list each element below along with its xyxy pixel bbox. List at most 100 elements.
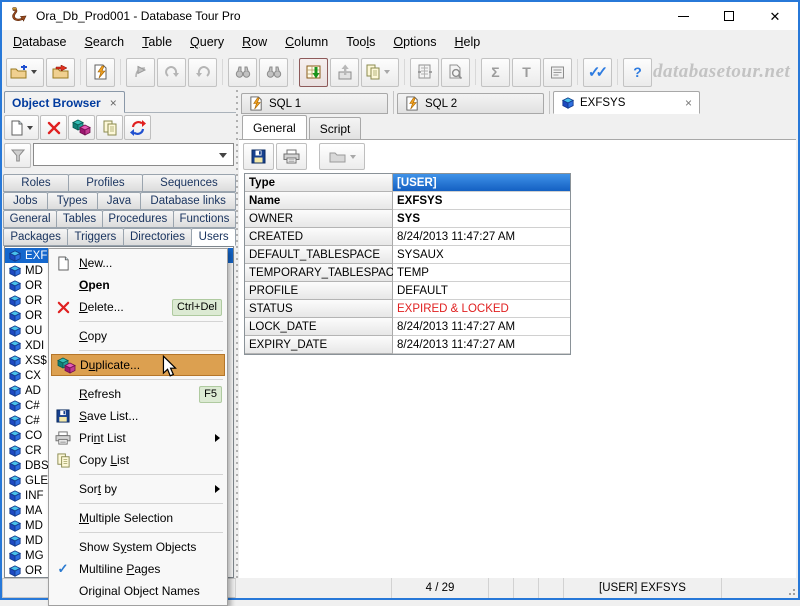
property-row[interactable]: EXPIRY_DATE8/24/2013 11:47:27 AM: [245, 336, 570, 354]
verify-data-button[interactable]: ✓✓: [583, 58, 612, 87]
context-menu-item-open[interactable]: Open: [49, 274, 227, 296]
category-tab-profiles[interactable]: Profiles: [68, 174, 143, 192]
general-pane: Type[USER] NameEXFSYS OWNERSYS CREATED8/…: [239, 139, 796, 578]
property-row[interactable]: NameEXFSYS: [245, 192, 570, 210]
replace-button[interactable]: [259, 58, 288, 87]
save-button[interactable]: [243, 143, 274, 170]
context-menu-item-copy-list[interactable]: Copy List: [49, 449, 227, 471]
category-tab-general[interactable]: General: [3, 210, 57, 228]
property-row[interactable]: STATUSEXPIRED & LOCKED: [245, 300, 570, 318]
tabstrip-separator: [393, 91, 394, 114]
menu-item-tools[interactable]: Tools: [337, 32, 384, 52]
resize-grip[interactable]: [786, 586, 796, 596]
new-object-icon: [10, 120, 24, 136]
object-filter-combobox[interactable]: [33, 143, 234, 166]
property-row[interactable]: Type[USER]: [245, 174, 570, 192]
sql-editor-button[interactable]: [86, 58, 115, 87]
import-data-icon: [306, 64, 322, 80]
tab-script[interactable]: Script: [309, 117, 362, 139]
context-menu-item-new[interactable]: New...: [49, 252, 227, 274]
category-tab-procedures[interactable]: Procedures: [102, 210, 174, 228]
property-row[interactable]: DEFAULT_TABLESPACESYSAUX: [245, 246, 570, 264]
property-label: CREATED: [245, 228, 393, 246]
context-menu-item-multiline-pages[interactable]: ✓ Multiline Pages: [49, 558, 227, 580]
panel-splitter[interactable]: [236, 90, 238, 578]
menu-item-column[interactable]: Column: [276, 32, 337, 52]
close-button[interactable]: ✕: [752, 2, 798, 30]
report-button[interactable]: [543, 58, 572, 87]
menu-item-query[interactable]: Query: [181, 32, 233, 52]
close-database-button[interactable]: [46, 58, 75, 87]
filter-input[interactable]: [34, 144, 233, 165]
help-button[interactable]: ?: [623, 58, 652, 87]
property-row[interactable]: PROFILEDEFAULT: [245, 282, 570, 300]
delete-object-button[interactable]: [40, 115, 67, 140]
import-data-button[interactable]: [299, 58, 328, 87]
context-menu-item-refresh[interactable]: Refresh F5: [49, 383, 227, 405]
property-label: STATUS: [245, 300, 393, 318]
category-tab-roles[interactable]: Roles: [3, 174, 69, 192]
find-button[interactable]: [228, 58, 257, 87]
menu-item-help[interactable]: Help: [445, 32, 489, 52]
maximize-button[interactable]: [706, 2, 752, 30]
copy-button[interactable]: [361, 58, 399, 87]
refresh-list-button[interactable]: [124, 115, 151, 140]
category-tab-functions[interactable]: Functions: [173, 210, 236, 228]
object-browser-close-icon[interactable]: ×: [110, 96, 117, 110]
category-tab-triggers[interactable]: Triggers: [67, 228, 123, 246]
category-tab-database-links[interactable]: Database links: [140, 192, 236, 210]
menu-item-table[interactable]: Table: [133, 32, 181, 52]
property-row[interactable]: OWNERSYS: [245, 210, 570, 228]
execute-button[interactable]: [126, 58, 155, 87]
property-row[interactable]: CREATED8/24/2013 11:47:27 AM: [245, 228, 570, 246]
property-label: Type: [245, 174, 393, 192]
print-preview-button[interactable]: [441, 58, 470, 87]
context-menu-item-original-object-names[interactable]: Original Object Names: [49, 580, 227, 602]
context-menu-item-print-list[interactable]: Print List: [49, 427, 227, 449]
text-button[interactable]: T: [512, 58, 541, 87]
undo-button[interactable]: [188, 58, 217, 87]
context-menu-item-delete[interactable]: Delete... Ctrl+Del: [49, 296, 227, 318]
menu-item-options[interactable]: Options: [384, 32, 445, 52]
context-menu-item-show-system-objects[interactable]: Show System Objects: [49, 536, 227, 558]
context-menu-item-multiple-selection[interactable]: Multiple Selection: [49, 507, 227, 529]
export-data-button[interactable]: [330, 58, 359, 87]
property-value: SYS: [393, 210, 570, 228]
category-tab-tables[interactable]: Tables: [56, 210, 103, 228]
category-tab-directories[interactable]: Directories: [123, 228, 193, 246]
new-object-button[interactable]: [4, 115, 39, 140]
context-menu-item-sort-by[interactable]: Sort by: [49, 478, 227, 500]
duplicate-object-button[interactable]: [68, 115, 95, 140]
category-tab-java[interactable]: Java: [97, 192, 142, 210]
menu-item-row[interactable]: Row: [233, 32, 276, 52]
minimize-button[interactable]: [660, 2, 706, 30]
category-tab-types[interactable]: Types: [47, 192, 98, 210]
property-row[interactable]: LOCK_DATE8/24/2013 11:47:27 AM: [245, 318, 570, 336]
tab-sql-2[interactable]: SQL 2: [397, 93, 544, 114]
object-browser-tab[interactable]: Object Browser ×: [4, 91, 125, 113]
tab-exfsys[interactable]: EXFSYS ×: [553, 91, 700, 114]
property-value: [USER]: [393, 174, 570, 192]
open-in-folder-button[interactable]: [319, 143, 365, 170]
copy-object-button[interactable]: [96, 115, 123, 140]
property-row[interactable]: TEMPORARY_TABLESPACETEMP: [245, 264, 570, 282]
form-view-button[interactable]: [410, 58, 439, 87]
context-menu-item-copy[interactable]: Copy: [49, 325, 227, 347]
tab-close-icon[interactable]: ×: [685, 96, 692, 110]
category-tab-users[interactable]: Users: [191, 228, 236, 246]
category-tab-packages[interactable]: Packages: [3, 228, 68, 246]
print-button[interactable]: [276, 143, 307, 170]
context-menu-item-duplicate[interactable]: Duplicate...: [51, 354, 225, 376]
category-tab-sequences[interactable]: Sequences: [142, 174, 236, 192]
redo-button[interactable]: [157, 58, 186, 87]
filter-button[interactable]: [4, 143, 31, 168]
sum-button[interactable]: Σ: [481, 58, 510, 87]
context-menu-item-save-list[interactable]: Save List...: [49, 405, 227, 427]
cube-icon: [8, 325, 22, 337]
tab-general[interactable]: General: [242, 115, 307, 139]
open-database-button[interactable]: [6, 58, 44, 87]
tab-sql-1[interactable]: SQL 1: [241, 93, 388, 114]
menu-item-database[interactable]: Database: [4, 32, 76, 52]
menu-item-search[interactable]: Search: [76, 32, 134, 52]
category-tab-jobs[interactable]: Jobs: [3, 192, 48, 210]
